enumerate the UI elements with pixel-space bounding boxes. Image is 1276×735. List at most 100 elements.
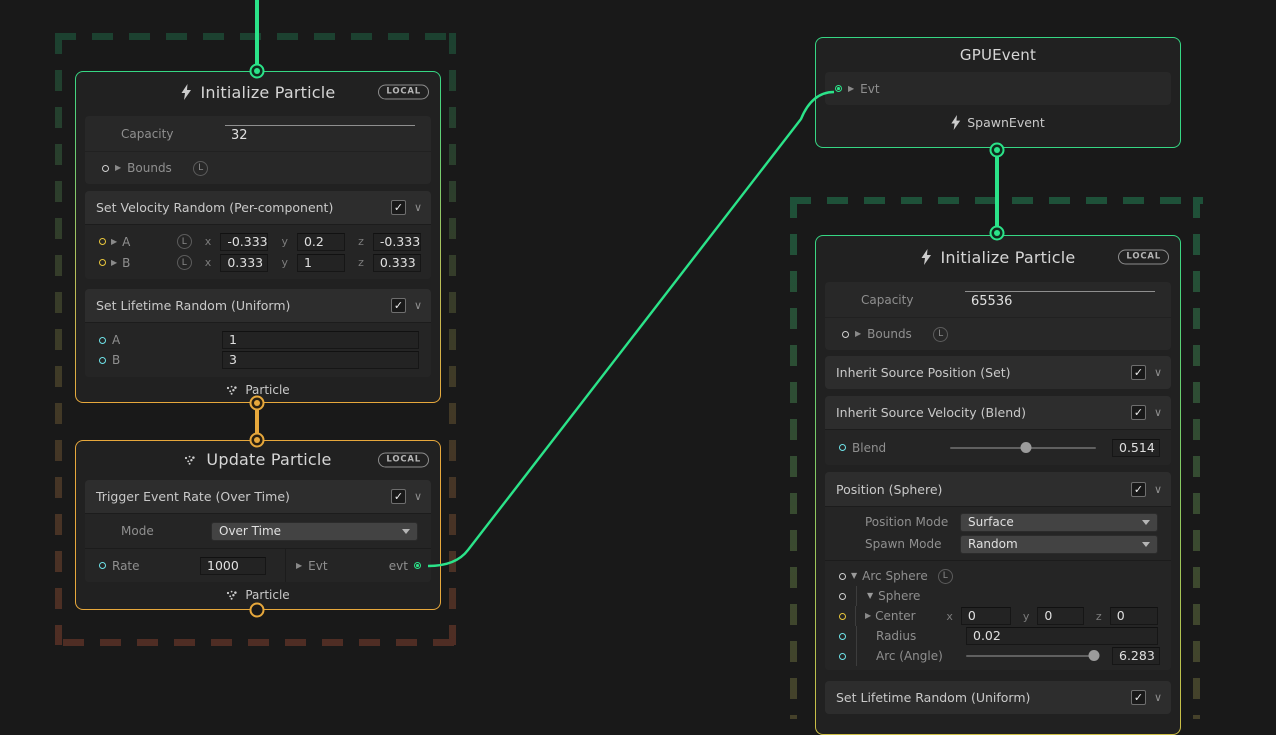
capacity-label: Capacity (121, 127, 225, 141)
block-set-lifetime-random[interactable]: Set Lifetime Random (Uniform) ✓ ∨ (825, 681, 1171, 714)
vfx-graph-canvas[interactable]: { "colors": { "background": "#191919", "… (0, 0, 1276, 719)
context-node-update-particle[interactable]: Update Particle LOCAL Trigger Event Rate… (75, 440, 441, 610)
node-header[interactable]: Initialize Particle LOCAL (76, 72, 440, 112)
capacity-field[interactable]: 65536 (965, 291, 1155, 309)
expand-arrow-icon[interactable]: ▶ (111, 238, 117, 246)
center-y-field[interactable]: 0 (1037, 607, 1084, 625)
block-header[interactable]: Position (Sphere) ✓ ∨ (825, 472, 1171, 506)
node-header[interactable]: GPUEvent (816, 38, 1180, 71)
collapse-chevron-icon[interactable]: ∨ (1154, 407, 1162, 418)
y-field[interactable]: 1 (297, 254, 345, 272)
position-mode-dropdown[interactable]: Surface (960, 513, 1158, 532)
node-header[interactable]: Update Particle LOCAL (76, 441, 440, 478)
particle-dots-icon (184, 455, 197, 465)
capacity-field[interactable]: 32 (225, 125, 415, 143)
bounds-port[interactable] (842, 331, 849, 338)
context-node-initialize-particle-right[interactable]: Initialize Particle LOCAL Capacity 65536… (815, 235, 1181, 735)
capacity-row: Capacity 32 (85, 116, 431, 151)
expand-arrow-icon[interactable]: ▶ (296, 562, 302, 570)
local-space-icon[interactable]: L (177, 234, 192, 249)
radius-field[interactable]: 0.02 (966, 627, 1158, 645)
block-enabled-checkbox[interactable]: ✓ (391, 489, 406, 504)
spawn-mode-dropdown[interactable]: Random (960, 535, 1158, 554)
float-port[interactable] (839, 653, 846, 660)
block-inherit-source-position[interactable]: Inherit Source Position (Set) ✓ ∨ (825, 356, 1171, 389)
x-field[interactable]: -0.333 (220, 233, 268, 251)
local-space-icon[interactable]: L (933, 327, 948, 342)
float-port[interactable] (99, 337, 106, 344)
arc-sphere-port[interactable] (839, 573, 846, 580)
z-field[interactable]: 0.333 (373, 254, 421, 272)
bounds-port[interactable] (102, 165, 109, 172)
block-enabled-checkbox[interactable]: ✓ (391, 200, 406, 215)
block-header[interactable]: Inherit Source Position (Set) ✓ ∨ (825, 356, 1171, 389)
x-field[interactable]: 0.333 (220, 254, 268, 272)
float-port[interactable] (99, 562, 106, 569)
collapse-chevron-icon[interactable]: ∨ (1154, 692, 1162, 703)
block-header[interactable]: Set Lifetime Random (Uniform) ✓ ∨ (825, 681, 1171, 714)
axis-y-label: y (281, 235, 288, 248)
center-x-field[interactable]: 0 (961, 607, 1011, 625)
expand-arrow-icon[interactable]: ▶ (855, 330, 861, 338)
arc-angle-value-field[interactable]: 6.283 (1112, 647, 1160, 665)
block-enabled-checkbox[interactable]: ✓ (1131, 690, 1146, 705)
vector3-port[interactable] (99, 238, 106, 245)
expand-arrow-icon[interactable]: ▶ (865, 612, 871, 620)
rate-field[interactable]: 1000 (200, 557, 266, 575)
slider-handle[interactable] (1020, 442, 1031, 453)
block-enabled-checkbox[interactable]: ✓ (391, 298, 406, 313)
vector3-port[interactable] (839, 613, 846, 620)
blend-slider[interactable] (950, 447, 1096, 449)
local-space-icon[interactable]: L (938, 569, 953, 584)
rate-label: Rate (112, 559, 194, 573)
z-field[interactable]: -0.333 (373, 233, 421, 251)
vector3-port[interactable] (99, 259, 106, 266)
block-header[interactable]: Set Lifetime Random (Uniform) ✓ ∨ (85, 289, 431, 322)
mode-dropdown[interactable]: Over Time (211, 522, 418, 541)
collapse-chevron-icon[interactable]: ∨ (1154, 484, 1162, 495)
context-node-initialize-particle-left[interactable]: Initialize Particle LOCAL Capacity 32 ▶ … (75, 71, 441, 403)
axis-z-label: z (1096, 610, 1102, 623)
float-port[interactable] (839, 633, 846, 640)
expand-arrow-icon[interactable]: ▶ (115, 164, 121, 172)
block-set-lifetime-random[interactable]: Set Lifetime Random (Uniform) ✓ ∨ A 1 B … (85, 289, 431, 377)
axis-x-label: x (205, 256, 212, 269)
float-port[interactable] (839, 444, 846, 451)
collapse-arrow-icon[interactable]: ▼ (867, 592, 873, 600)
block-enabled-checkbox[interactable]: ✓ (1131, 482, 1146, 497)
block-enabled-checkbox[interactable]: ✓ (1131, 405, 1146, 420)
collapse-chevron-icon[interactable]: ∨ (414, 202, 422, 213)
y-field[interactable]: 0.2 (297, 233, 345, 251)
block-header[interactable]: Set Velocity Random (Per-component) ✓ ∨ (85, 191, 431, 224)
slider-handle[interactable] (1089, 650, 1100, 661)
block-set-velocity-random[interactable]: Set Velocity Random (Per-component) ✓ ∨ … (85, 191, 431, 279)
node-header[interactable]: Initialize Particle LOCAL (816, 236, 1180, 278)
axis-z-label: z (358, 256, 364, 269)
block-header[interactable]: Trigger Event Rate (Over Time) ✓ ∨ (85, 480, 431, 513)
block-position-sphere[interactable]: Position (Sphere) ✓ ∨ Position Mode Surf… (825, 472, 1171, 670)
float-port[interactable] (99, 357, 106, 364)
arc-angle-slider[interactable] (966, 655, 1098, 657)
block-header[interactable]: Inherit Source Velocity (Blend) ✓ ∨ (825, 396, 1171, 429)
context-node-gpuevent[interactable]: GPUEvent ▶ Evt SpawnEvent (815, 37, 1181, 148)
sphere-port[interactable] (839, 593, 846, 600)
footer-text: Particle (245, 588, 289, 602)
expand-arrow-icon[interactable]: ▶ (111, 259, 117, 267)
block-enabled-checkbox[interactable]: ✓ (1131, 365, 1146, 380)
evt-output-port[interactable] (414, 562, 421, 569)
blend-value-field[interactable]: 0.514 (1112, 439, 1160, 457)
expand-arrow-icon[interactable]: ▶ (848, 85, 854, 93)
collapse-chevron-icon[interactable]: ∨ (414, 491, 422, 502)
local-space-icon[interactable]: L (177, 255, 192, 270)
evt-input-port[interactable] (835, 85, 842, 92)
value-field[interactable]: 1 (222, 331, 419, 349)
collapse-chevron-icon[interactable]: ∨ (1154, 367, 1162, 378)
collapse-chevron-icon[interactable]: ∨ (414, 300, 422, 311)
block-trigger-event-rate[interactable]: Trigger Event Rate (Over Time) ✓ ∨ Mode … (85, 480, 431, 582)
center-z-field[interactable]: 0 (1110, 607, 1158, 625)
block-inherit-source-velocity[interactable]: Inherit Source Velocity (Blend) ✓ ∨ Blen… (825, 396, 1171, 465)
value-field[interactable]: 3 (222, 351, 419, 369)
edge-evt-to-gpuevent[interactable] (428, 92, 834, 566)
local-space-icon[interactable]: L (193, 161, 208, 176)
collapse-arrow-icon[interactable]: ▼ (851, 572, 857, 580)
